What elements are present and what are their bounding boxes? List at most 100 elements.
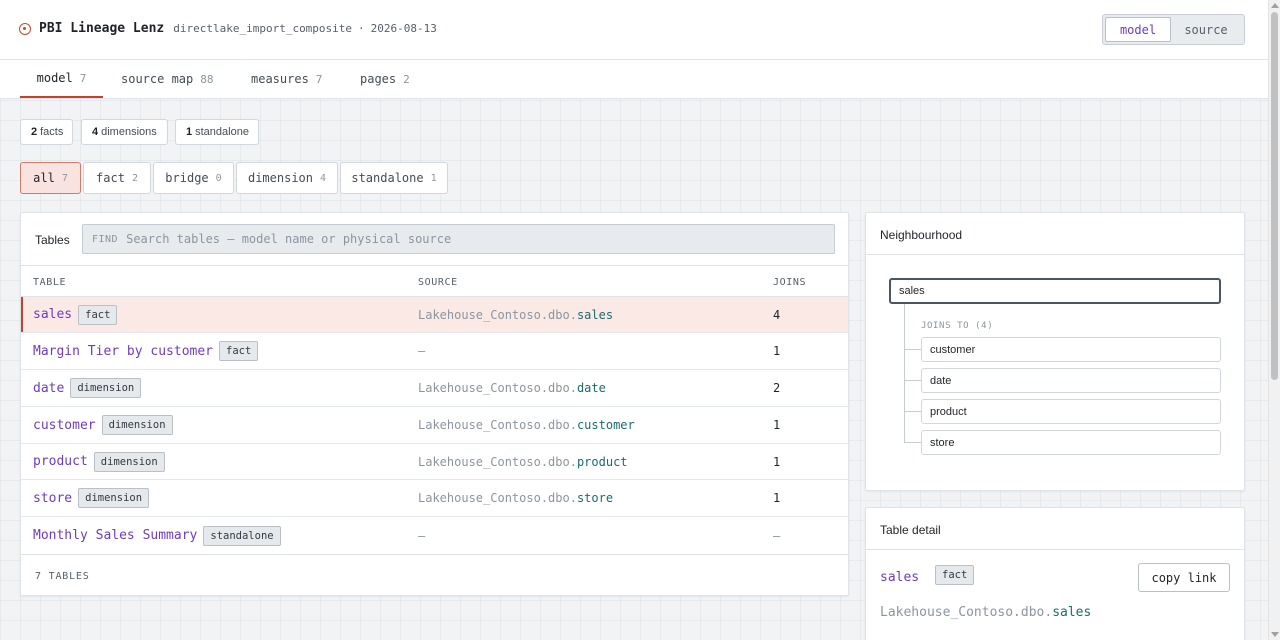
- stat-label: facts: [40, 126, 64, 138]
- tab-source-map[interactable]: source map 88: [121, 60, 214, 98]
- scrollbar-thumb[interactable]: [1271, 12, 1278, 380]
- neighbour-node-customer[interactable]: customer: [921, 337, 1221, 362]
- table-search: FIND: [82, 224, 835, 254]
- source-prefix: Lakehouse_Contoso.dbo.: [418, 418, 577, 432]
- source-cell: Lakehouse_Contoso.dbo. store: [418, 480, 613, 516]
- table-name: sales: [33, 307, 73, 322]
- filter-fact[interactable]: fact 2: [83, 162, 151, 194]
- tab-count: 7: [79, 71, 87, 85]
- table-name-cell: product dimension: [33, 444, 165, 479]
- filter-label: standalone: [351, 171, 424, 185]
- stat-label: dimensions: [101, 126, 157, 138]
- table-row[interactable]: date dimension Lakehouse_Contoso.dbo. dat…: [21, 370, 848, 407]
- stat-standalone: 1 standalone: [175, 119, 259, 145]
- joins-cell: 1: [773, 491, 781, 505]
- source-prefix: Lakehouse_Contoso.dbo.: [418, 491, 577, 505]
- no-joins: —: [773, 528, 781, 543]
- stat-dimensions: 4 dimensions: [81, 119, 168, 145]
- source-object: sales: [576, 307, 614, 322]
- scroll-down-arrow-icon[interactable]: [1271, 632, 1279, 637]
- source-cell: —: [418, 333, 425, 369]
- copy-link-button[interactable]: copy link: [1138, 563, 1230, 592]
- source-prefix: Lakehouse_Contoso.dbo.: [418, 381, 577, 395]
- column-header-source[interactable]: SOURCE: [418, 277, 458, 288]
- table-row[interactable]: Monthly Sales Summary standalone — —: [21, 517, 848, 554]
- tab-pages[interactable]: pages 2: [360, 60, 410, 98]
- filter-dimension[interactable]: dimension 4: [236, 162, 338, 194]
- tab-label: pages: [360, 72, 397, 86]
- table-name-cell: Margin Tier by customer fact: [33, 333, 259, 369]
- tab-measures[interactable]: measures 7: [251, 60, 322, 98]
- kind-badge: fact: [78, 304, 118, 325]
- neighbour-node-date[interactable]: date: [921, 368, 1221, 393]
- kind-badge: dimension: [93, 451, 165, 472]
- table-detail-panel: Table detail sales fact copy link Lakeho…: [865, 507, 1245, 640]
- no-source: —: [418, 344, 426, 358]
- source-cell: Lakehouse_Contoso.dbo. product: [418, 444, 628, 479]
- scroll-up-arrow-icon[interactable]: [1271, 3, 1279, 8]
- table-row[interactable]: product dimension Lakehouse_Contoso.dbo.…: [21, 444, 848, 480]
- app-name: PBI Lineage Lenz: [39, 21, 165, 36]
- filter-bridge[interactable]: bridge 0: [153, 162, 234, 194]
- neighbour-node-store[interactable]: store: [921, 430, 1221, 455]
- source-view-button[interactable]: source: [1171, 17, 1241, 42]
- kind-badge: dimension: [78, 488, 150, 508]
- tab-label: source map: [121, 72, 194, 86]
- neighbour-node-product[interactable]: product: [921, 399, 1221, 424]
- detail-table-name: sales: [880, 570, 920, 585]
- column-header-table[interactable]: TABLE: [33, 277, 66, 288]
- no-source: —: [418, 528, 426, 543]
- stat-facts: 2 facts: [20, 119, 73, 145]
- column-header-joins[interactable]: JOINS: [773, 277, 806, 288]
- tree-branch: [904, 380, 921, 381]
- model-view-button[interactable]: model: [1105, 17, 1171, 42]
- dataset-date: 2026-08-13: [370, 22, 437, 35]
- source-cell: —: [418, 517, 425, 554]
- filter-count: 4: [320, 172, 327, 184]
- meta-separator: ·: [358, 22, 365, 35]
- tables-footer: 7 TABLES: [21, 554, 848, 595]
- table-header-row: TABLE SOURCE JOINS: [21, 266, 848, 297]
- table-name-cell: store dimension: [33, 480, 150, 516]
- table-row[interactable]: store dimension Lakehouse_Contoso.dbo. st…: [21, 480, 848, 517]
- filter-count: 1: [430, 172, 437, 184]
- source-cell: Lakehouse_Contoso.dbo. date: [418, 370, 606, 406]
- filter-standalone[interactable]: standalone 1: [340, 162, 448, 194]
- filter-label: fact: [96, 171, 125, 185]
- joins-cell: 1: [773, 418, 781, 432]
- neighbourhood-root-node[interactable]: sales: [889, 278, 1221, 304]
- table-count: 7 TABLES: [35, 571, 90, 582]
- tree-branch: [904, 411, 921, 412]
- filter-all[interactable]: all 7: [20, 162, 81, 194]
- table-row[interactable]: Margin Tier by customer fact — 1: [21, 333, 848, 370]
- table-name: store: [33, 490, 73, 506]
- tab-label: model: [36, 71, 73, 85]
- tree-connector: [904, 304, 905, 442]
- dataset-meta: directlake_import_composite · 2026-08-13: [173, 22, 437, 35]
- table-row[interactable]: customer dimension Lakehouse_Contoso.dbo…: [21, 407, 848, 444]
- top-bar: PBI Lineage Lenz directlake_import_compo…: [0, 0, 1268, 60]
- neighbourhood-panel: Neighbourhood sales JOINS TO (4) custome…: [865, 212, 1245, 491]
- kind-badge: fact: [219, 341, 259, 361]
- table-name: customer: [33, 417, 96, 433]
- filter-count: 7: [61, 172, 68, 184]
- tables-panel-header: Tables FIND: [21, 213, 848, 266]
- tables-title: Tables: [35, 233, 70, 247]
- page-scrollbar[interactable]: [1268, 0, 1280, 640]
- neighbourhood-header: Neighbourhood: [866, 213, 1244, 255]
- find-label: FIND: [92, 233, 119, 245]
- table-row[interactable]: sales fact Lakehouse_Contoso.dbo. sales 4: [21, 297, 848, 333]
- table-name: date: [33, 380, 65, 396]
- table-name: Margin Tier by customer: [33, 343, 214, 359]
- detail-source: Lakehouse_Contoso.dbo.sales: [880, 605, 1091, 620]
- filter-label: dimension: [247, 171, 313, 185]
- stat-value: 2: [31, 126, 38, 138]
- joins-cell: 4: [773, 307, 781, 322]
- dataset-name: directlake_import_composite: [173, 22, 353, 35]
- tab-model[interactable]: model 7: [20, 60, 103, 98]
- neighbourhood-title: Neighbourhood: [880, 228, 963, 242]
- filter-count: 2: [131, 172, 138, 184]
- search-input[interactable]: [126, 232, 777, 246]
- tab-label: measures: [251, 72, 309, 86]
- table-name-cell: customer dimension: [33, 407, 173, 443]
